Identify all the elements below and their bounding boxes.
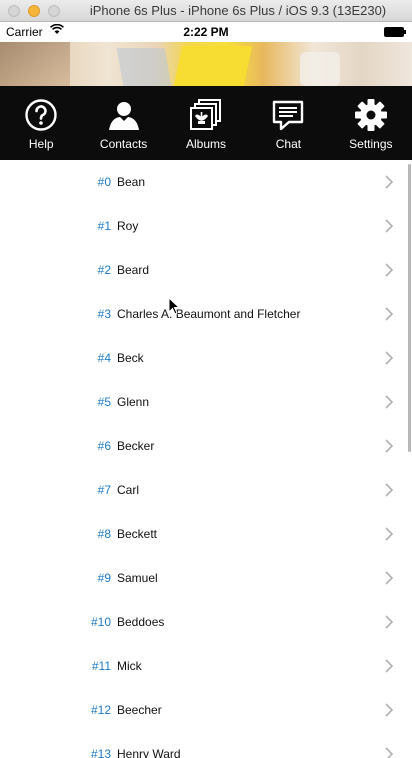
contact-list: #0 Bean #1 Roy #2 Beard #3 Charles A. Beaumont … [0, 160, 412, 758]
contact-number: #9 [97, 571, 111, 585]
simulator-title-bar: iPhone 6s Plus - iPhone 6s Plus / iOS 9.… [0, 0, 412, 22]
chevron-right-icon [385, 571, 394, 585]
contact-list-row[interactable]: #11 Mick [0, 644, 412, 688]
toolbar-albums-button[interactable]: Albums [165, 86, 247, 160]
contact-number: #11 [91, 659, 111, 673]
toolbar-contacts-button[interactable]: Contacts [82, 86, 164, 160]
contact-list-row[interactable]: #0 Bean [0, 160, 412, 204]
contact-number: #3 [97, 307, 111, 321]
contact-name: Bean [117, 175, 146, 189]
contact-list-row[interactable]: #9 Samuel [0, 556, 412, 600]
albums-icon [190, 99, 222, 130]
contact-name: Henry Ward [117, 747, 181, 758]
toolbar-settings-button[interactable]: Settings [330, 86, 412, 160]
contact-number: #6 [97, 439, 111, 453]
contact-list-row[interactable]: #6 Becker [0, 424, 412, 468]
contact-name: Roy [117, 219, 139, 233]
contact-name: Charles A. Beaumont and Fletcher [117, 307, 301, 321]
chevron-right-icon [385, 615, 394, 629]
contact-list-row[interactable]: #10 Beddoes [0, 600, 412, 644]
contact-number: #1 [97, 219, 111, 233]
contact-list-row[interactable]: #3 Charles A. Beaumont and Fletcher [0, 292, 412, 336]
toolbar-help-label: Help [28, 137, 54, 151]
zoom-window-button[interactable] [48, 5, 60, 17]
contact-name: Beard [117, 263, 150, 277]
contact-number: #12 [90, 703, 111, 717]
battery-icon [384, 27, 406, 37]
contact-list-row[interactable]: #4 Beck [0, 336, 412, 380]
contact-number: #0 [97, 175, 111, 189]
contact-number: #10 [90, 615, 111, 629]
status-time: 2:22 PM [183, 25, 229, 39]
contact-number: #7 [97, 483, 111, 497]
contact-name: Carl [117, 483, 140, 497]
status-bar: Carrier 2:22 PM [0, 22, 412, 42]
contacts-icon [108, 102, 139, 130]
contact-list-row[interactable]: #12 Beecher [0, 688, 412, 732]
contact-number: #5 [97, 395, 111, 409]
main-toolbar: Help Contacts Albums Chat Settings [0, 86, 412, 160]
toolbar-help-button[interactable]: Help [0, 86, 82, 160]
chevron-right-icon [385, 351, 394, 365]
chevron-right-icon [385, 483, 394, 497]
contact-list-row[interactable]: #8 Beckett [0, 512, 412, 556]
chevron-right-icon [385, 747, 394, 758]
contact-name: Mick [117, 659, 142, 673]
window-title: iPhone 6s Plus - iPhone 6s Plus / iOS 9.… [89, 3, 387, 18]
header-banner-image [0, 42, 412, 86]
contact-name: Glenn [117, 395, 150, 409]
list-scrollbar[interactable] [408, 164, 411, 452]
settings-icon [354, 99, 387, 131]
chevron-right-icon [385, 219, 394, 233]
contact-name: Becker [117, 439, 155, 453]
chat-icon [273, 100, 304, 131]
contact-number: #13 [90, 747, 111, 758]
mouse-cursor-icon [168, 297, 180, 315]
contact-list-row[interactable]: #2 Beard [0, 248, 412, 292]
contact-list-row[interactable]: #13 Henry Ward [0, 732, 412, 758]
chevron-right-icon [385, 307, 394, 321]
chevron-right-icon [385, 395, 394, 409]
close-window-button[interactable] [8, 5, 20, 17]
chevron-right-icon [385, 527, 394, 541]
contact-name: Beck [117, 351, 144, 365]
toolbar-chat-button[interactable]: Chat [247, 86, 329, 160]
toolbar-contacts-label: Contacts [99, 137, 148, 151]
chevron-right-icon [385, 439, 394, 453]
contact-list-row[interactable]: #7 Carl [0, 468, 412, 512]
contact-name: Samuel [117, 571, 158, 585]
minimize-window-button[interactable] [28, 5, 40, 17]
toolbar-albums-label: Albums [186, 137, 227, 151]
chevron-right-icon [385, 175, 394, 189]
toolbar-chat-label: Chat [275, 137, 302, 151]
help-icon [25, 99, 57, 131]
contact-name: Beckett [117, 527, 158, 541]
contact-number: #2 [97, 263, 111, 277]
toolbar-settings-label: Settings [349, 137, 393, 151]
chevron-right-icon [385, 263, 394, 277]
contact-number: #4 [97, 351, 111, 365]
chevron-right-icon [385, 659, 394, 673]
chevron-right-icon [385, 703, 394, 717]
contact-name: Beddoes [117, 615, 165, 629]
contact-number: #8 [97, 527, 111, 541]
contact-name: Beecher [117, 703, 162, 717]
contact-list-row[interactable]: #5 Glenn [0, 380, 412, 424]
contact-list-row[interactable]: #1 Roy [0, 204, 412, 248]
